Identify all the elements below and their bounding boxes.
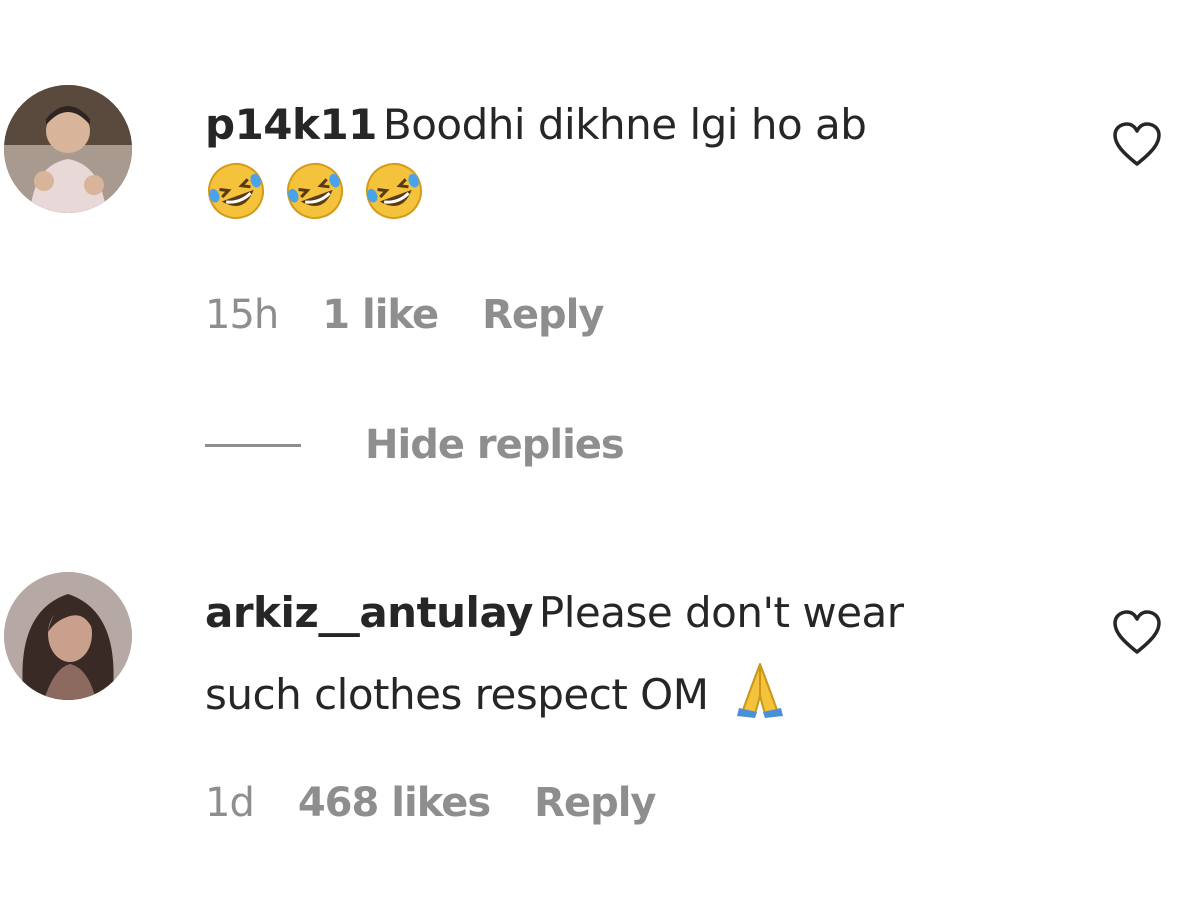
comment-time[interactable]: 15h bbox=[205, 292, 279, 338]
folded-hands-emoji-icon bbox=[729, 658, 791, 737]
comment-2: arkiz__antulay Please don't wear such clo… bbox=[0, 540, 1200, 880]
like-heart-icon[interactable] bbox=[1112, 122, 1162, 168]
reply-button[interactable]: Reply bbox=[534, 780, 656, 826]
comment-message-line1: Please don't wear bbox=[538, 588, 904, 637]
comment-time[interactable]: 1d bbox=[205, 780, 255, 826]
hide-replies-button[interactable]: Hide replies bbox=[205, 422, 625, 468]
reply-button[interactable]: Reply bbox=[482, 292, 604, 338]
comment-username[interactable]: arkiz__antulay bbox=[205, 588, 533, 637]
hide-replies-label[interactable]: Hide replies bbox=[365, 422, 625, 468]
avatar-p14k11[interactable] bbox=[4, 85, 132, 213]
comment-text: such clothes respect OM bbox=[205, 658, 1065, 737]
laughing-emoji-icon bbox=[205, 160, 267, 226]
laughing-emoji-icon bbox=[284, 160, 346, 226]
comment-username[interactable]: p14k11 bbox=[205, 100, 377, 149]
comment-meta: 1d 468 likes Reply bbox=[205, 780, 657, 826]
like-heart-icon[interactable] bbox=[1112, 610, 1162, 656]
comment-body: p14k11 Boodhi dikhne lgi ho ab bbox=[205, 94, 1065, 226]
comment-message-line2: such clothes respect OM bbox=[205, 670, 709, 719]
emoji-row bbox=[205, 160, 1065, 226]
comment-message: Boodhi dikhne lgi ho ab bbox=[382, 100, 867, 149]
comment-text: arkiz__antulay Please don't wear bbox=[205, 582, 1065, 644]
avatar-arkiz-antulay[interactable] bbox=[4, 572, 132, 700]
replies-divider-line bbox=[205, 443, 301, 447]
comment-text: p14k11 Boodhi dikhne lgi ho ab bbox=[205, 94, 1065, 156]
comment-1: p14k11 Boodhi dikhne lgi ho ab 15h 1 lik… bbox=[0, 0, 1200, 360]
comment-likes[interactable]: 468 likes bbox=[298, 780, 491, 826]
laughing-emoji-icon bbox=[363, 160, 425, 226]
comment-body: arkiz__antulay Please don't wear such clo… bbox=[205, 582, 1065, 737]
comment-meta: 15h 1 like Reply bbox=[205, 292, 604, 338]
comment-likes[interactable]: 1 like bbox=[322, 292, 439, 338]
